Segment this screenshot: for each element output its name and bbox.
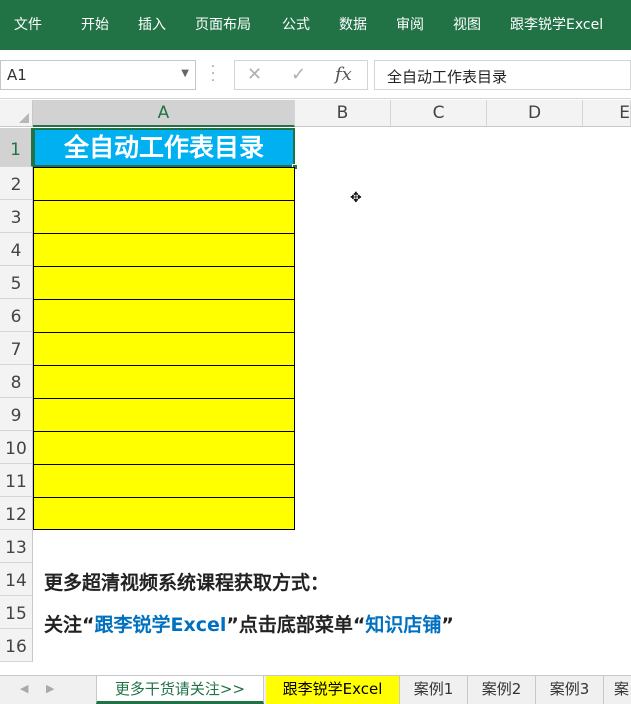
formula-input[interactable]: 全自动工作表目录	[374, 60, 631, 90]
tab-view[interactable]: 视图	[453, 0, 481, 50]
row-header-9[interactable]: 9	[0, 398, 33, 431]
column-header-e[interactable]: E	[583, 100, 631, 127]
row-header-3[interactable]: 3	[0, 200, 33, 233]
enter-icon[interactable]: ✓	[291, 64, 306, 85]
tab-data[interactable]: 数据	[339, 0, 367, 50]
row-header-6[interactable]: 6	[0, 299, 33, 332]
row-header-1[interactable]: 1	[0, 128, 33, 167]
cell-a1-title[interactable]: 全自动工作表目录	[33, 128, 295, 167]
promo-line-2: 关注“跟李锐学Excel”点击底部菜单“知识店铺”	[44, 610, 454, 637]
chevron-down-icon[interactable]: ▼	[181, 68, 189, 79]
cell-a9[interactable]	[33, 398, 295, 432]
cell-a3[interactable]	[33, 200, 295, 234]
row-header-8[interactable]: 8	[0, 365, 33, 398]
cell-cursor-icon: ✥	[350, 190, 362, 206]
cell-a2[interactable]	[33, 167, 295, 201]
sheet-tab-case2[interactable]: 案例2	[468, 676, 536, 704]
column-header-a[interactable]: A	[33, 100, 295, 127]
cell-a5[interactable]	[33, 266, 295, 300]
row-header-10[interactable]: 10	[0, 431, 33, 464]
sheet-tab-case-partial[interactable]: 案	[604, 676, 631, 704]
scroll-right-icon[interactable]: ▶	[46, 682, 54, 695]
cell-a8[interactable]	[33, 365, 295, 399]
row-header-11[interactable]: 11	[0, 464, 33, 497]
row-header-12[interactable]: 12	[0, 497, 33, 530]
row-header-14[interactable]: 14	[0, 563, 33, 596]
cancel-icon[interactable]: ✕	[247, 64, 262, 85]
tab-review[interactable]: 审阅	[396, 0, 424, 50]
formula-text: 全自动工作表目录	[387, 68, 508, 86]
row-header-5[interactable]: 5	[0, 266, 33, 299]
sheet-tab-channel[interactable]: 跟李锐学Excel	[266, 676, 400, 704]
cell-a4[interactable]	[33, 233, 295, 267]
column-header-b[interactable]: B	[295, 100, 391, 127]
ribbon: 文件 开始 插入 页面布局 公式 数据 审阅 视图 跟李锐学Excel	[0, 0, 631, 50]
row-header-4[interactable]: 4	[0, 233, 33, 266]
sheet-tab-more[interactable]: 更多干货请关注>>	[96, 676, 264, 704]
sheet-tab-case1[interactable]: 案例1	[400, 676, 468, 704]
formula-bar: A1 ▼ · · · ✕ ✓ fx 全自动工作表目录	[0, 50, 631, 99]
scroll-left-icon[interactable]: ◀	[20, 682, 28, 695]
name-box[interactable]: A1 ▼	[0, 60, 196, 90]
cell-a11[interactable]	[33, 464, 295, 498]
insert-function-icon[interactable]: fx	[335, 64, 352, 85]
cell-a7[interactable]	[33, 332, 295, 366]
tab-file[interactable]: 文件	[14, 0, 42, 50]
tab-home[interactable]: 开始	[81, 0, 109, 50]
column-header-d[interactable]: D	[487, 100, 583, 127]
row-header-15[interactable]: 15	[0, 596, 33, 629]
formula-buttons: ✕ ✓ fx	[234, 60, 368, 90]
promo-link-shop: 知识店铺	[365, 614, 442, 636]
cell-a6[interactable]	[33, 299, 295, 333]
promo-link-account: 跟李锐学Excel	[94, 614, 227, 636]
tab-page-layout[interactable]: 页面布局	[195, 0, 251, 50]
cell-a12[interactable]	[33, 497, 295, 530]
column-header-c[interactable]: C	[391, 100, 487, 127]
sheet-tab-case3[interactable]: 案例3	[536, 676, 604, 704]
drag-handle-icon[interactable]: · · ·	[210, 60, 216, 88]
promo-text: 关注“	[44, 614, 95, 636]
tab-formulas[interactable]: 公式	[282, 0, 310, 50]
promo-text: ”点击底部菜单“	[226, 614, 366, 636]
name-box-value: A1	[7, 66, 27, 84]
row-header-16[interactable]: 16	[0, 629, 33, 662]
cell-a10[interactable]	[33, 431, 295, 465]
sheet-tab-bar: ◀ ▶ 更多干货请关注>> 跟李锐学Excel 案例1 案例2 案例3 案	[0, 675, 631, 704]
tab-insert[interactable]: 插入	[138, 0, 166, 50]
row-header-13[interactable]: 13	[0, 530, 33, 563]
promo-text: ”	[441, 614, 454, 636]
row-header-2[interactable]: 2	[0, 167, 33, 200]
row-header-7[interactable]: 7	[0, 332, 33, 365]
worksheet-grid[interactable]: A B C D E 1 2 3 4 5 6 7 8 9 10 11 12 13 …	[0, 100, 631, 675]
tab-custom[interactable]: 跟李锐学Excel	[510, 0, 603, 50]
select-all-button[interactable]	[0, 100, 33, 127]
promo-line-1: 更多超清视频系统课程获取方式：	[44, 572, 330, 594]
